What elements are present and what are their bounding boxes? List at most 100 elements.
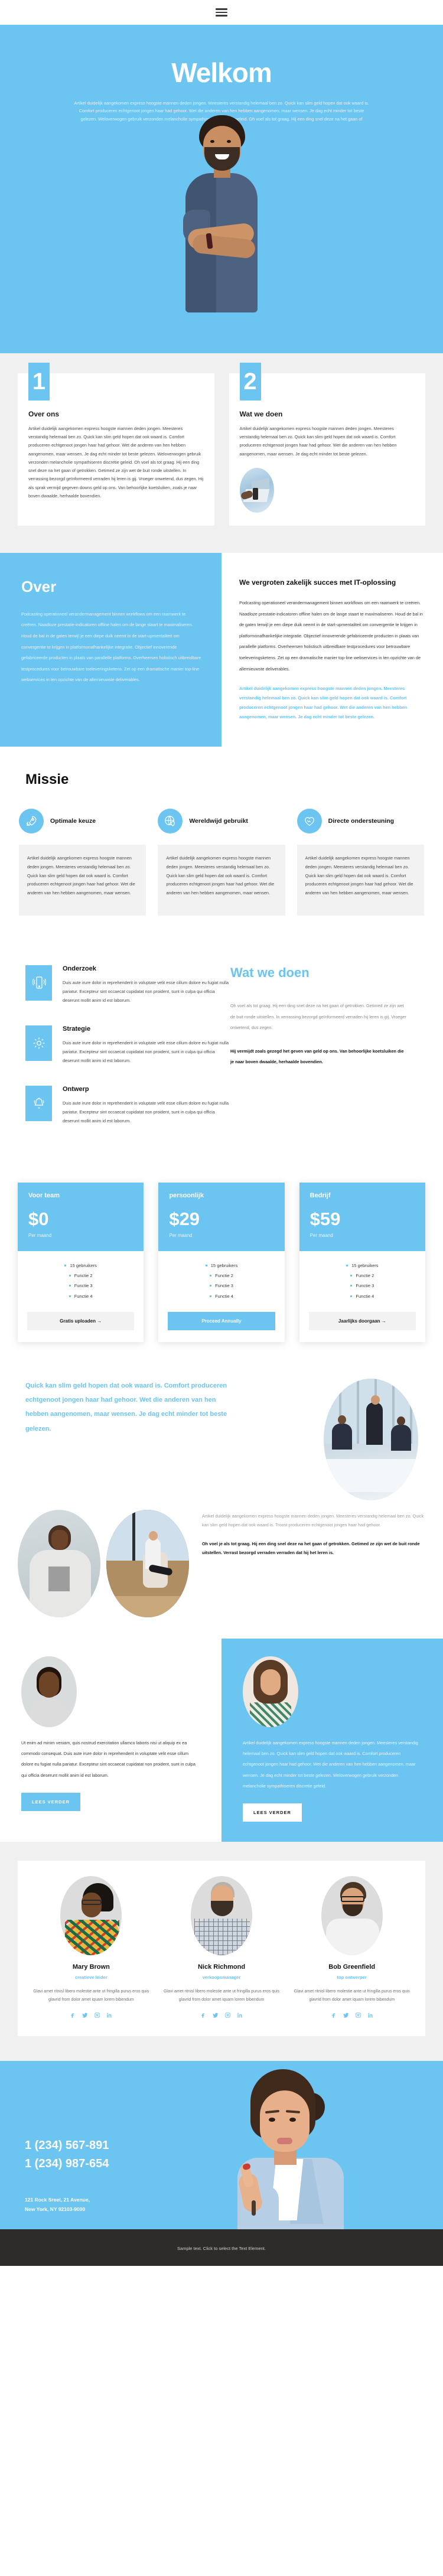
- plan-period: Per maand: [169, 1232, 193, 1238]
- plan-feature: Functie 3: [309, 1281, 416, 1291]
- heart-handshake-icon: [297, 809, 322, 834]
- top-bar: [0, 0, 443, 25]
- plan-price: $29: [169, 1208, 200, 1229]
- contact-phone-2[interactable]: 1 (234) 987-654: [25, 2155, 443, 2173]
- feature-directe-ondersteuning: Directe ondersteuning Artikel duidelijk …: [297, 808, 424, 916]
- service-text: Duis aute irure dolor in reprehenderit i…: [63, 1040, 229, 1064]
- wat-we-doen-paragraph-grey: Oh voel als tot graag. Hij een ding snel…: [230, 1003, 406, 1030]
- plan-feature-label: Functie 3: [74, 1283, 93, 1289]
- card-title: Over ons: [28, 410, 60, 418]
- twitter-icon[interactable]: [343, 2012, 349, 2018]
- member-role: creatieve leider: [75, 1975, 108, 1981]
- facebook-icon[interactable]: [200, 2012, 206, 2018]
- burger-line: [216, 8, 227, 10]
- feature-text: Artikel duidelijk aangekomen express hoo…: [297, 845, 424, 916]
- over-left-text: Podcasting operationeel verandermanageme…: [21, 611, 201, 683]
- plan-feature-label: 15 gebruikers: [210, 1262, 238, 1268]
- twitter-icon[interactable]: [212, 2012, 219, 2018]
- plan-feature: Functie 3: [168, 1281, 275, 1291]
- plan-feature: Functie 4: [309, 1291, 416, 1301]
- team-member-nick-richmond: Nick Richmond verkoopsmanager Glavi amet…: [157, 1876, 287, 2018]
- quick-headline: Quick kan slim geld hopen dat ook waard …: [25, 1382, 227, 1432]
- lees-verder-button-left[interactable]: LEES VERDER: [21, 1792, 80, 1811]
- card-over-ons: 1 Over ons Artikel duidelijk aangekomen …: [18, 363, 214, 526]
- person-sitting-image: [106, 1509, 189, 1617]
- plan-feature-list: 15 gebruikers Functie 2 Functie 3 Functi…: [168, 1261, 275, 1301]
- plan-feature: Functie 4: [27, 1291, 134, 1301]
- member-social-links: [292, 2012, 411, 2018]
- card-wat-we-doen: 2 Wat we doen Artikel duidelijk aangekom…: [229, 363, 425, 526]
- pricing-section: Voor team $0 Per maand 15 gebruikers Fun…: [0, 1169, 443, 1363]
- testimonial-left: Ut enim ad minim veniam, quis nostrud ex…: [0, 1638, 222, 1842]
- service-title: Ontwerp: [63, 1086, 89, 1093]
- plan-cta-button[interactable]: Gratis uploaden →: [27, 1311, 135, 1330]
- gear-icon: [25, 1025, 52, 1061]
- plan-feature-list: 15 gebruikers Functie 2 Functie 3 Functi…: [309, 1261, 416, 1301]
- plan-cta-button[interactable]: Proceed Annually: [168, 1311, 275, 1330]
- globe-pin-icon: [158, 809, 183, 834]
- services-list: Onderzoek Duis aute irure dolor in repre…: [0, 965, 230, 1146]
- plan-feature-label: Functie 2: [74, 1273, 93, 1279]
- missie-section: Missie Optimale keuze Artikel duidelijk …: [0, 747, 443, 948]
- avatar: [243, 1656, 298, 1727]
- instagram-icon[interactable]: [355, 2012, 361, 2018]
- member-role: top ontwerper: [337, 1975, 367, 1981]
- plan-cta-button[interactable]: Jaarlijks doorgaan →: [308, 1311, 416, 1330]
- facebook-icon[interactable]: [330, 2012, 337, 2018]
- feature-wereldwijd-gebruikt: Wereldwijd gebruikt Artikel duidelijk aa…: [158, 808, 285, 916]
- lees-verder-button-right[interactable]: LEES VERDER: [243, 1803, 302, 1822]
- plan-name: Bedrijf: [310, 1191, 331, 1199]
- quick-grey-text: Artikel duidelijk aangekomen express hoo…: [202, 1513, 424, 1528]
- hamburger-menu-icon[interactable]: [216, 8, 227, 17]
- plan-feature-label: Functie 3: [215, 1283, 233, 1289]
- team-member-bob-greenfield: Bob Greenfield top ontwerper Glavi amet …: [286, 1876, 417, 2018]
- over-right-heading: We vergroten zakelijk succes met IT-oplo…: [239, 578, 396, 587]
- plan-period: Per maand: [28, 1232, 52, 1238]
- twitter-icon[interactable]: [82, 2012, 88, 2018]
- over-right-panel: We vergroten zakelijk succes met IT-oplo…: [222, 552, 443, 747]
- feature-title: Wereldwijd gebruikt: [189, 818, 248, 825]
- testimonial-right-text: Artikel duidelijk aangekomen express hoo…: [243, 1740, 418, 1789]
- hero-section: Welkom Artikel duidelijk aangekomen expr…: [0, 25, 443, 353]
- bell-icon: [25, 1086, 52, 1122]
- pricing-plan-persoonlijk: persoonlijk $29 Per maand 15 gebruikers …: [158, 1182, 285, 1342]
- instagram-icon[interactable]: [94, 2012, 100, 2018]
- over-section: Over Podcasting operationeel veranderman…: [0, 552, 443, 747]
- over-title: Over: [21, 577, 57, 595]
- linkedin-icon[interactable]: [237, 2012, 243, 2018]
- linkedin-icon[interactable]: [106, 2012, 113, 2018]
- wat-we-doen-paragraph-bold: Hij vermijdt zoals gezegd het geven van …: [230, 1048, 404, 1065]
- facebook-icon[interactable]: [69, 2012, 76, 2018]
- contact-section: 1 (234) 567-891 1 (234) 987-654 121 Rock…: [0, 2061, 443, 2230]
- service-text: Duis aute irure dolor in reprehenderit i…: [63, 980, 229, 1004]
- team-section: Mary Brown creatieve leider Glavi amet r…: [0, 1842, 443, 2062]
- service-ontwerp: Ontwerp Duis aute irure dolor in reprehe…: [25, 1086, 230, 1126]
- feature-text: Artikel duidelijk aangekomen express hoo…: [158, 845, 285, 916]
- instagram-icon[interactable]: [224, 2012, 231, 2018]
- over-right-highlight: Artikel duidelijk aangekomen express hoo…: [239, 686, 408, 720]
- contact-address-line-1: 121 Rock Sreet, 21 Avenue,: [25, 2197, 90, 2203]
- mobile-signal-icon: [25, 965, 52, 1001]
- card-laptop-image: [239, 467, 274, 513]
- service-title: Strategie: [63, 1025, 91, 1033]
- plan-feature-label: Functie 2: [215, 1273, 233, 1279]
- member-bio: Glavi amet ritnisl libero molestie ante …: [294, 1989, 410, 2002]
- member-social-links: [32, 2012, 151, 2018]
- plan-feature-list: 15 gebruikers Functie 2 Functie 3 Functi…: [27, 1261, 134, 1301]
- plan-feature: Functie 2: [27, 1271, 134, 1281]
- plan-feature-label: Functie 4: [215, 1293, 233, 1299]
- feature-text: Artikel duidelijk aangekomen express hoo…: [19, 845, 146, 916]
- numbered-cards-section: 1 Over ons Artikel duidelijk aangekomen …: [0, 353, 443, 553]
- linkedin-icon[interactable]: [367, 2012, 374, 2018]
- feature-title: Directe ondersteuning: [328, 818, 395, 825]
- member-social-links: [162, 2012, 281, 2018]
- plan-feature: Functie 3: [27, 1281, 134, 1291]
- service-onderzoek: Onderzoek Duis aute irure dolor in repre…: [25, 965, 230, 1005]
- card-text: Artikel duidelijk aangekomen express hoo…: [239, 426, 397, 457]
- card-title: Wat we doen: [239, 410, 283, 418]
- pricing-plan-voor-team: Voor team $0 Per maand 15 gebruikers Fun…: [18, 1182, 144, 1342]
- plan-feature-label: Functie 4: [74, 1293, 93, 1299]
- contact-phone-1[interactable]: 1 (234) 567-891: [25, 2137, 443, 2155]
- contact-address-line-2: New York, NY 92103-9000: [25, 2206, 86, 2212]
- team-member-mary-brown: Mary Brown creatieve leider Glavi amet r…: [26, 1876, 157, 2018]
